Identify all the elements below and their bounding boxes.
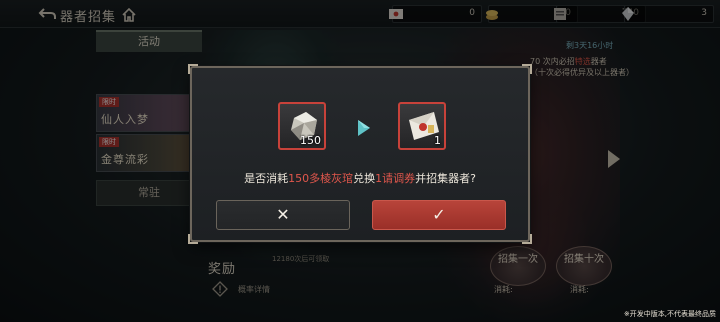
question-reward-highlight: 1请调券 (375, 172, 416, 185)
item-quantity: 150 (300, 134, 321, 147)
cost-item-slot[interactable]: 150 (278, 102, 326, 150)
exchange-question: 是否消耗150多棱灰琯兑换1请调券并招集器者? (192, 170, 528, 186)
play-arrow-icon (356, 118, 372, 138)
check-icon: ✓ (432, 205, 446, 224)
reward-item-slot[interactable]: 1 (398, 102, 446, 150)
question-post: 并招集器者? (415, 172, 476, 185)
confirm-button[interactable]: ✓ (372, 200, 506, 230)
question-cost-highlight: 150多棱灰琯 (288, 172, 354, 185)
frame-corner (522, 64, 532, 74)
build-disclaimer: ※开发中版本,不代表最终品质 (623, 310, 716, 318)
cancel-button[interactable]: ✕ (216, 200, 350, 230)
frame-corner (188, 234, 198, 244)
item-quantity: 1 (434, 134, 441, 147)
close-icon: ✕ (276, 205, 290, 224)
frame-corner (188, 64, 198, 74)
frame-corner (522, 234, 532, 244)
exchange-confirm-dialog: 150 1 是否消耗150多棱灰琯兑换1请调券并招集器者? ✕ ✓ (188, 64, 532, 244)
question-mid: 兑换 (353, 172, 376, 185)
question-pre: 是否消耗 (244, 172, 289, 185)
